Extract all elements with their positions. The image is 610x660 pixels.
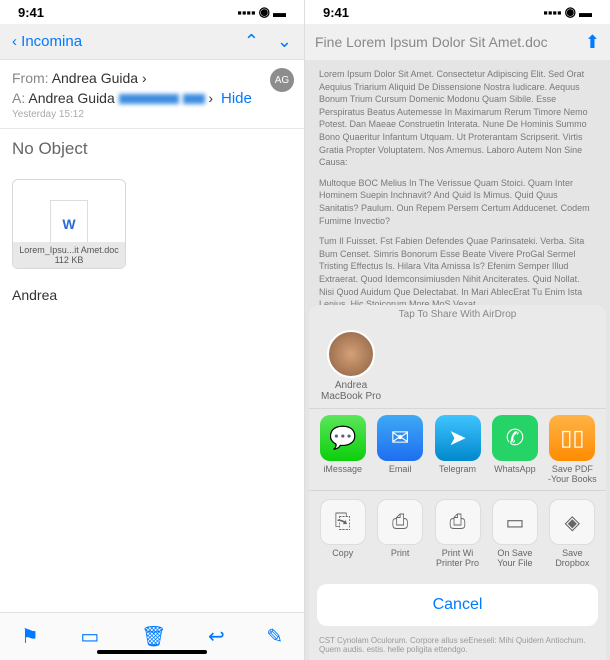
attachment-info: Lorem_Ipsu...it Amet.doc 112 KB bbox=[13, 242, 125, 268]
action-copy[interactable]: ⎘Copy bbox=[317, 499, 368, 568]
message-body: Andrea bbox=[0, 279, 304, 311]
share-email[interactable]: ✉Email bbox=[374, 415, 425, 484]
subject-line: No Object bbox=[0, 129, 304, 169]
nav-bar: ‹ Incomina ⌃ ⌄ bbox=[0, 24, 304, 60]
document-screen: 9:41 ▪▪▪▪ ◉ ▬ Fine Lorem Ipsum Dolor Sit… bbox=[305, 0, 610, 660]
message-header: AG From: Andrea Guida › A: Andrea Guida … bbox=[0, 60, 304, 129]
action-savefile[interactable]: ▭On Save Your File bbox=[489, 499, 540, 568]
printer-icon: ⎙ bbox=[435, 499, 481, 545]
print-icon: ⎙ bbox=[377, 499, 423, 545]
status-time: 9:41 bbox=[18, 5, 44, 20]
share-telegram[interactable]: ➤Telegram bbox=[432, 415, 483, 484]
folder-button[interactable]: ▭ bbox=[80, 624, 99, 649]
from-row[interactable]: From: Andrea Guida › bbox=[12, 68, 292, 88]
share-sheet-title: Tap To Share With AirDrop bbox=[309, 305, 606, 324]
wifi-icon: ◉ bbox=[259, 4, 270, 20]
airdrop-row: Andrea MacBook Pro bbox=[309, 324, 606, 408]
redacted-email bbox=[119, 94, 179, 104]
reply-button[interactable]: ↩ bbox=[208, 624, 225, 649]
status-time: 9:41 bbox=[323, 5, 349, 20]
home-indicator[interactable] bbox=[97, 650, 207, 654]
share-sheet: Tap To Share With AirDrop Andrea MacBook… bbox=[309, 305, 606, 660]
compose-button[interactable]: ✎ bbox=[266, 624, 283, 649]
doc-icon: W bbox=[50, 200, 88, 248]
flag-button[interactable]: ⚑ bbox=[21, 624, 39, 649]
signal-icon: ▪▪▪▪ bbox=[543, 5, 561, 20]
copy-icon: ⎘ bbox=[320, 499, 366, 545]
attachment[interactable]: W Lorem_Ipsu...it Amet.doc 112 KB bbox=[12, 179, 126, 269]
footer-text: CST Cynolam Oculorum. Corpore alius seEn… bbox=[309, 634, 606, 660]
airdrop-target[interactable]: Andrea MacBook Pro bbox=[321, 330, 381, 402]
share-apps-row: 💬iMessage ✉Email ➤Telegram ✆WhatsApp ▯▯S… bbox=[309, 408, 606, 490]
mail-screen: 9:41 ▪▪▪▪ ◉ ▬ ‹ Incomina ⌃ ⌄ AG From: An… bbox=[0, 0, 305, 660]
sender-avatar[interactable]: AG bbox=[270, 68, 294, 92]
action-printwifi[interactable]: ⎙Print WiPrinter Pro bbox=[432, 499, 483, 568]
delete-button[interactable]: 🗑 bbox=[141, 624, 166, 649]
telegram-icon: ➤ bbox=[435, 415, 481, 461]
message-icon: 💬 bbox=[320, 415, 366, 461]
action-dropbox[interactable]: ◈SaveDropbox bbox=[547, 499, 598, 568]
hide-recipients-button[interactable]: Hide bbox=[221, 90, 252, 107]
prev-message-button[interactable]: ⌃ bbox=[244, 31, 259, 52]
doc-nav-bar: Fine Lorem Ipsum Dolor Sit Amet.doc ⬆ bbox=[305, 24, 610, 60]
status-icons: ▪▪▪▪ ◉ ▬ bbox=[543, 4, 592, 20]
document-title: Fine Lorem Ipsum Dolor Sit Amet.doc bbox=[315, 34, 585, 50]
share-actions-row: ⎘Copy ⎙Print ⎙Print WiPrinter Pro ▭On Sa… bbox=[309, 490, 606, 576]
redacted-email bbox=[183, 94, 205, 104]
share-whatsapp[interactable]: ✆WhatsApp bbox=[489, 415, 540, 484]
status-bar: 9:41 ▪▪▪▪ ◉ ▬ bbox=[305, 0, 610, 24]
battery-icon: ▬ bbox=[579, 5, 592, 20]
battery-icon: ▬ bbox=[273, 5, 286, 20]
status-bar: 9:41 ▪▪▪▪ ◉ ▬ bbox=[0, 0, 304, 24]
whatsapp-icon: ✆ bbox=[492, 415, 538, 461]
books-icon: ▯▯ bbox=[549, 415, 595, 461]
wifi-icon: ◉ bbox=[565, 4, 576, 20]
share-savepdf[interactable]: ▯▯Save PDF-Your Books bbox=[547, 415, 598, 484]
airdrop-avatar bbox=[327, 330, 375, 378]
cancel-button[interactable]: Cancel bbox=[317, 584, 598, 626]
back-button[interactable]: ‹ Incomina bbox=[12, 33, 82, 50]
next-message-button[interactable]: ⌄ bbox=[277, 31, 292, 52]
mail-icon: ✉ bbox=[377, 415, 423, 461]
dropbox-icon: ◈ bbox=[549, 499, 595, 545]
share-imessage[interactable]: 💬iMessage bbox=[317, 415, 368, 484]
to-row[interactable]: A: Andrea Guida › Hide bbox=[12, 88, 292, 109]
message-timestamp: Yesterday 15:12 bbox=[12, 109, 292, 120]
status-icons: ▪▪▪▪ ◉ ▬ bbox=[237, 4, 286, 20]
action-print[interactable]: ⎙Print bbox=[374, 499, 425, 568]
folder-icon: ▭ bbox=[492, 499, 538, 545]
signal-icon: ▪▪▪▪ bbox=[237, 5, 255, 20]
share-button[interactable]: ⬆ bbox=[585, 32, 600, 53]
